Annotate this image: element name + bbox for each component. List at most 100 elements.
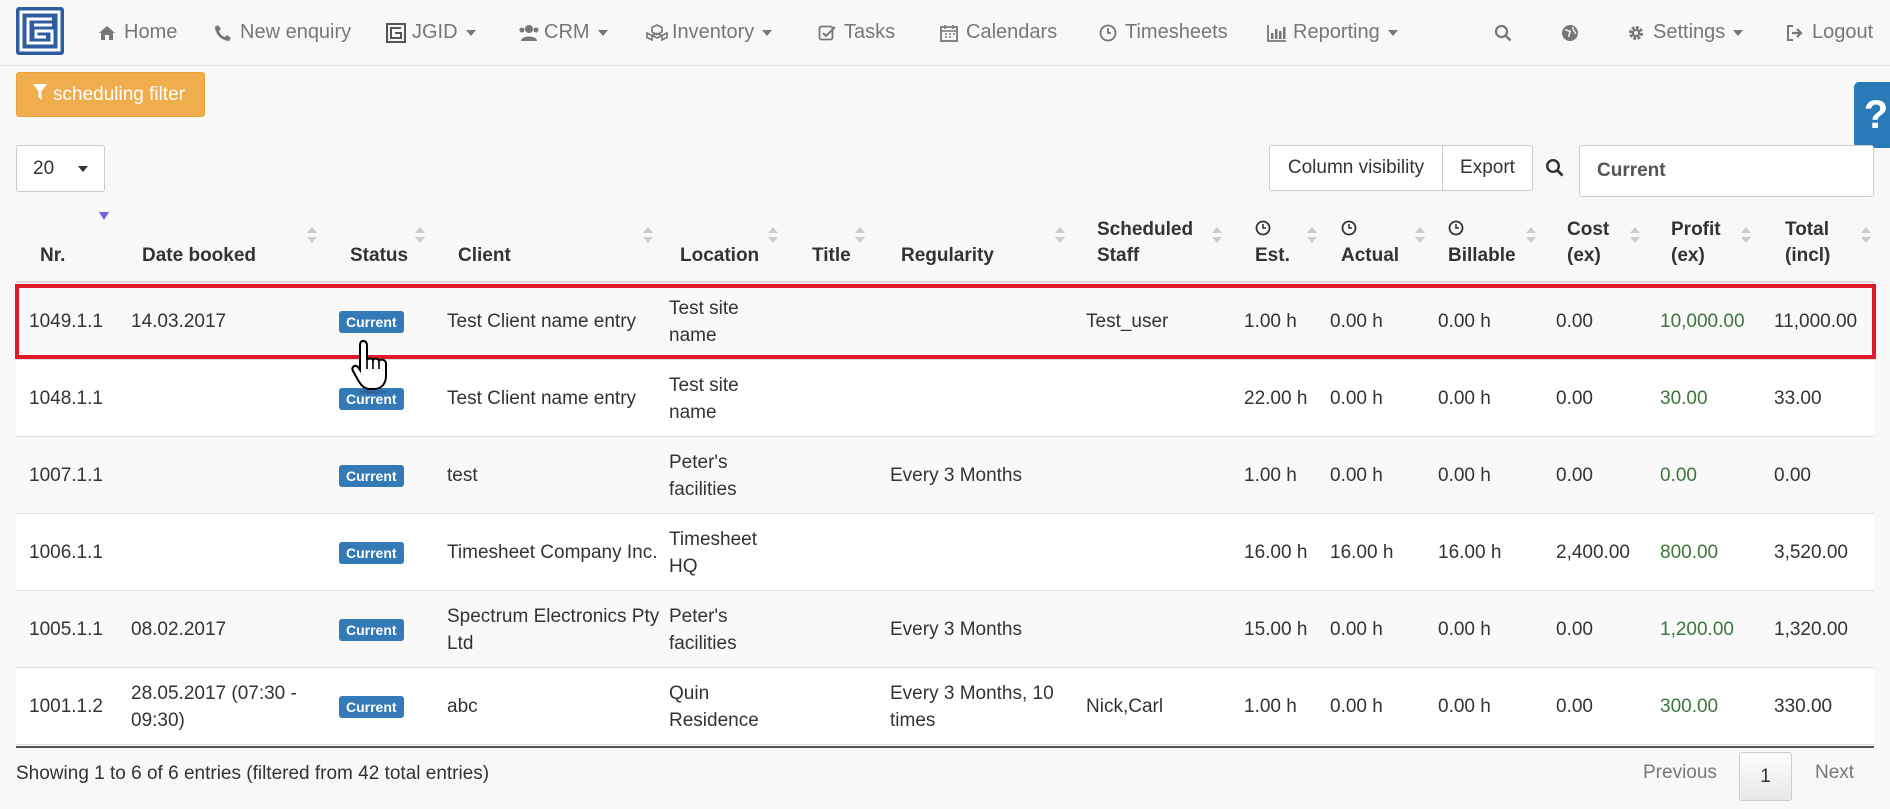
nav-new-enquiry-label: New enquiry xyxy=(240,21,352,43)
sort-icon[interactable] xyxy=(643,227,653,243)
sort-icon[interactable] xyxy=(1212,227,1222,243)
nav-jgid-dropdown[interactable]: JGID xyxy=(386,0,476,66)
header-cost[interactable]: Cost (ex) xyxy=(1567,217,1609,269)
sort-icon[interactable] xyxy=(415,227,425,243)
table-row[interactable]: 1001.1.2 28.05.2017 (07:30 - 09:30) Curren… xyxy=(16,668,1874,745)
cell-cost: 0.00 xyxy=(1556,591,1656,668)
cell-est-text: 15.00 h xyxy=(1244,619,1308,640)
nav-inventory-dropdown[interactable]: Inventory xyxy=(646,0,773,66)
cell-nr: 1006.1.1 xyxy=(29,514,119,591)
sort-icon[interactable] xyxy=(855,227,865,243)
nav-settings-dropdown[interactable]: Settings xyxy=(1627,0,1744,66)
column-visibility-button[interactable]: Column visibility xyxy=(1269,145,1443,191)
cell-date-booked xyxy=(131,514,331,591)
pagination-page-1[interactable]: 1 xyxy=(1739,752,1792,801)
header-client[interactable]: Client xyxy=(458,243,511,269)
clock-icon xyxy=(1448,218,1464,236)
nav-reporting-dropdown[interactable]: Reporting xyxy=(1267,0,1398,66)
export-button[interactable]: Export xyxy=(1442,145,1533,191)
help-tab[interactable]: ? xyxy=(1854,82,1890,148)
status-badge[interactable]: Current xyxy=(339,464,404,487)
cell-actual: 0.00 h xyxy=(1330,591,1430,668)
globe-icon xyxy=(1561,24,1581,42)
header-location[interactable]: Location xyxy=(680,243,759,269)
table-bottom-border xyxy=(16,746,1874,748)
sort-icon[interactable] xyxy=(1630,227,1640,243)
sort-icon[interactable] xyxy=(1055,227,1065,243)
header-actual[interactable]: Actual xyxy=(1341,217,1399,269)
nav-search[interactable] xyxy=(1494,0,1520,66)
table-row[interactable]: 1005.1.1 08.02.2017 Current Spectrum Electr… xyxy=(16,591,1874,668)
table-body: 1049.1.1 14.03.2017 Current Test Client nam… xyxy=(16,283,1874,745)
page-length-select[interactable]: 20 xyxy=(16,145,105,192)
sort-desc-icon[interactable] xyxy=(99,212,109,228)
cell-regularity xyxy=(890,514,1080,591)
header-scheduled-staff[interactable]: Scheduled Staff xyxy=(1097,217,1193,269)
status-badge[interactable]: Current xyxy=(339,541,404,564)
pagination-previous[interactable]: Previous xyxy=(1643,762,1717,784)
status-badge[interactable]: Current xyxy=(339,695,404,718)
header-total[interactable]: Total (incl) xyxy=(1785,217,1830,269)
header-profit[interactable]: Profit (ex) xyxy=(1671,217,1721,269)
nav-timesheets[interactable]: Timesheets xyxy=(1099,0,1228,66)
header-billable[interactable]: Billable xyxy=(1448,217,1516,269)
table-header: Nr. Date booked Status Client Location T… xyxy=(16,205,1874,283)
nav-new-enquiry[interactable]: New enquiry xyxy=(214,0,351,66)
cell-date-booked: 08.02.2017 xyxy=(131,591,331,668)
sort-icon[interactable] xyxy=(768,227,778,243)
cell-status[interactable]: Current xyxy=(339,437,439,514)
nav-home[interactable]: Home xyxy=(98,0,177,66)
cell-cost: 0.00 xyxy=(1556,437,1656,514)
chevron-down-icon xyxy=(1387,29,1398,36)
cell-billable-text: 0.00 h xyxy=(1438,696,1491,717)
cell-status[interactable]: Current xyxy=(339,514,439,591)
cell-location-text: Timesheet HQ xyxy=(669,528,757,577)
table-row[interactable]: 1049.1.1 14.03.2017 Current Test Client nam… xyxy=(16,283,1874,360)
header-regularity[interactable]: Regularity xyxy=(901,243,994,269)
table-search-input[interactable] xyxy=(1579,145,1874,197)
cell-total: 330.00 xyxy=(1774,668,1874,745)
cell-client-text: Timesheet Company Inc. xyxy=(447,542,658,563)
sort-icon[interactable] xyxy=(1415,227,1425,243)
header-title[interactable]: Title xyxy=(812,243,851,269)
cell-profit-text: 30.00 xyxy=(1660,388,1708,409)
header-date-booked[interactable]: Date booked xyxy=(142,243,256,269)
table-row[interactable]: 1007.1.1 Current test Peter's facilities Eve… xyxy=(16,437,1874,514)
nav-crm-label: CRM xyxy=(544,21,590,43)
cell-status[interactable]: Current xyxy=(339,591,439,668)
cell-billable: 0.00 h xyxy=(1438,668,1538,745)
nav-calendars[interactable]: Calendars xyxy=(940,0,1057,66)
sort-icon[interactable] xyxy=(307,227,317,243)
nav-language[interactable] xyxy=(1561,0,1587,66)
cell-regularity: Every 3 Months, 10 times xyxy=(890,668,1080,745)
cell-actual-text: 0.00 h xyxy=(1330,311,1383,332)
cell-billable: 0.00 h xyxy=(1438,360,1538,437)
sort-icon[interactable] xyxy=(1526,227,1536,243)
scheduling-filter-button[interactable]: scheduling filter xyxy=(16,72,205,117)
sort-icon[interactable] xyxy=(1307,227,1317,243)
header-est[interactable]: Est. xyxy=(1255,217,1290,269)
cell-regularity xyxy=(890,283,1080,360)
nav-tasks[interactable]: Tasks xyxy=(818,0,895,66)
cell-date-booked xyxy=(131,437,331,514)
cell-cost-text: 0.00 xyxy=(1556,388,1593,409)
sort-icon[interactable] xyxy=(1861,227,1871,243)
status-badge[interactable]: Current xyxy=(339,618,404,641)
table-row[interactable]: 1048.1.1 Current Test Client name entry Tes… xyxy=(16,360,1874,437)
pagination-next[interactable]: Next xyxy=(1815,762,1854,784)
header-nr[interactable]: Nr. xyxy=(40,243,65,269)
sort-icon[interactable] xyxy=(1741,227,1751,243)
app-logo[interactable] xyxy=(16,7,64,55)
header-status[interactable]: Status xyxy=(350,243,408,269)
nav-logout[interactable]: Logout xyxy=(1786,0,1873,66)
cell-actual: 0.00 h xyxy=(1330,360,1430,437)
chevron-down-icon xyxy=(762,29,773,36)
status-badge[interactable]: Current xyxy=(339,310,404,333)
cell-title xyxy=(801,591,881,668)
cell-status[interactable]: Current xyxy=(339,668,439,745)
nav-crm-dropdown[interactable]: CRM xyxy=(518,0,608,66)
cell-cost-text: 0.00 xyxy=(1556,465,1593,486)
cell-profit-text: 300.00 xyxy=(1660,696,1719,717)
nav-calendars-label: Calendars xyxy=(966,21,1058,43)
table-row[interactable]: 1006.1.1 Current Timesheet Company Inc. Tim… xyxy=(16,514,1874,591)
